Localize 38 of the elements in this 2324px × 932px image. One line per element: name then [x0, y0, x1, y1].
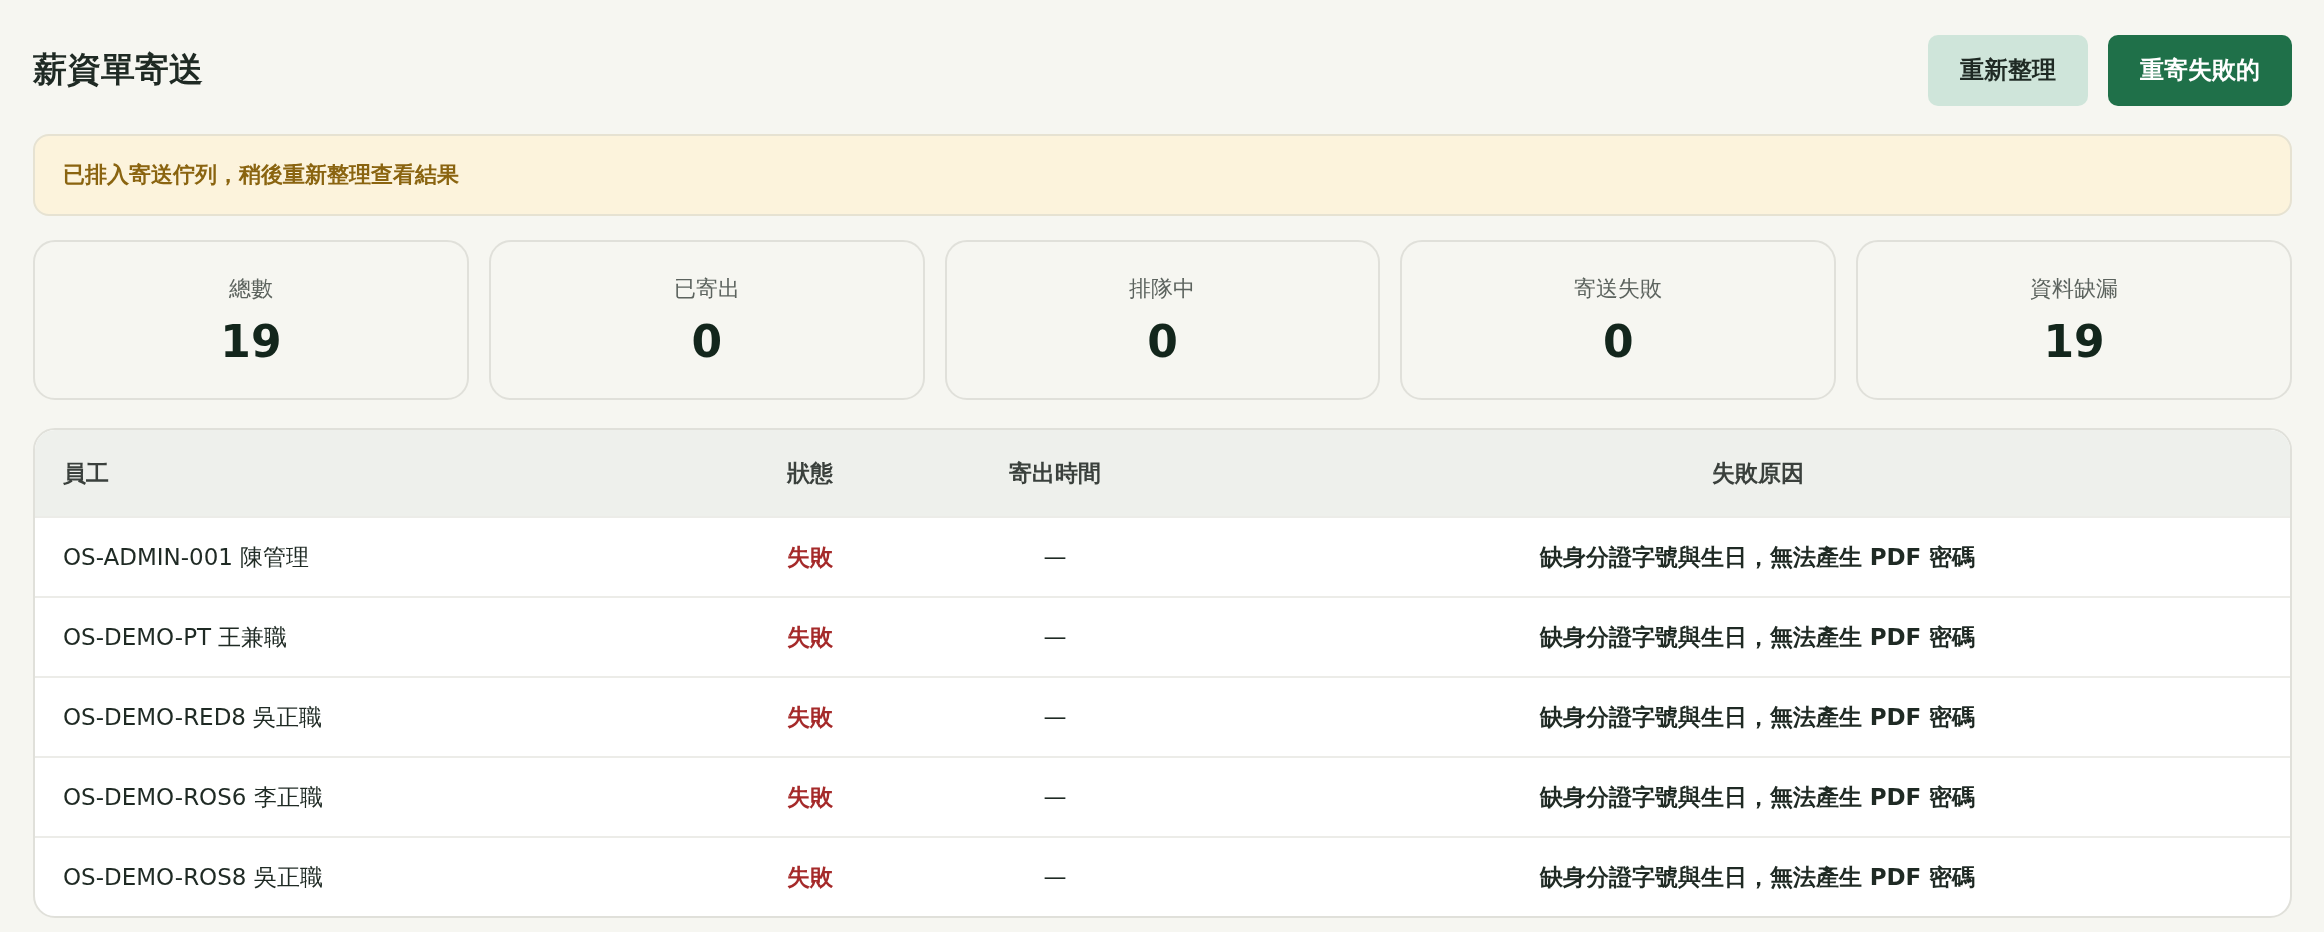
- status-cell-text: 失敗: [786, 782, 834, 812]
- refresh-button[interactable]: 重新整理: [1928, 34, 2088, 106]
- resend-failed-button[interactable]: 重寄失敗的: [2108, 34, 2292, 106]
- stat-value: 19: [220, 315, 282, 367]
- reason-cell-text: 缺身分證字號與生日，無法產生 PDF 密碼: [1538, 542, 1977, 572]
- employee-cell-text: OS-DEMO-ROS6 李正職: [62, 782, 324, 812]
- stat-value: 0: [691, 315, 722, 367]
- stat-value: 0: [1147, 315, 1178, 367]
- stat-label: 資料缺漏: [2030, 274, 2119, 303]
- sent-time-cell-text: —: [1042, 704, 1068, 730]
- status-cell-text: 失敗: [786, 622, 834, 652]
- sent-time-cell-text: —: [1042, 544, 1068, 570]
- stat-value: 0: [1602, 315, 1634, 367]
- stat-label: 已寄出: [673, 274, 740, 303]
- column-header: 員工: [62, 458, 110, 488]
- status-cell-text: 失敗: [786, 702, 834, 732]
- status-cell-text: 失敗: [786, 542, 834, 572]
- reason-cell-text: 缺身分證字號與生日，無法產生 PDF 密碼: [1538, 782, 1977, 812]
- stat-label: 總數: [228, 274, 273, 303]
- reason-cell-text: 缺身分證字號與生日，無法產生 PDF 密碼: [1538, 702, 1977, 732]
- reason-cell-text: 缺身分證字號與生日，無法產生 PDF 密碼: [1538, 622, 1977, 652]
- column-header: 寄出時間: [1008, 458, 1102, 488]
- reason-cell-text: 缺身分證字號與生日，無法產生 PDF 密碼: [1538, 862, 1977, 892]
- sent-time-cell-text: —: [1042, 624, 1068, 650]
- sent-time-cell-text: —: [1042, 784, 1068, 810]
- page-title: 薪資單寄送: [33, 48, 203, 91]
- column-header: 失敗原因: [1710, 458, 1805, 488]
- stat-label: 寄送失敗: [1574, 274, 1663, 303]
- stat-value: 19: [2043, 315, 2105, 367]
- employee-cell-text: OS-ADMIN-001 陳管理: [62, 542, 311, 572]
- sent-time-cell-text: —: [1042, 864, 1068, 890]
- employee-cell-text: OS-DEMO-ROS8 吳正職: [62, 862, 324, 892]
- column-header: 狀態: [785, 458, 834, 488]
- employee-cell-text: OS-DEMO-PT 王兼職: [62, 622, 289, 652]
- stat-label: 排隊中: [1129, 274, 1196, 303]
- employee-cell-text: OS-DEMO-RED8 吳正職: [62, 702, 324, 732]
- notice-text: 已排入寄送佇列，稍後重新整理查看結果: [63, 161, 459, 189]
- status-cell-text: 失敗: [786, 862, 834, 892]
